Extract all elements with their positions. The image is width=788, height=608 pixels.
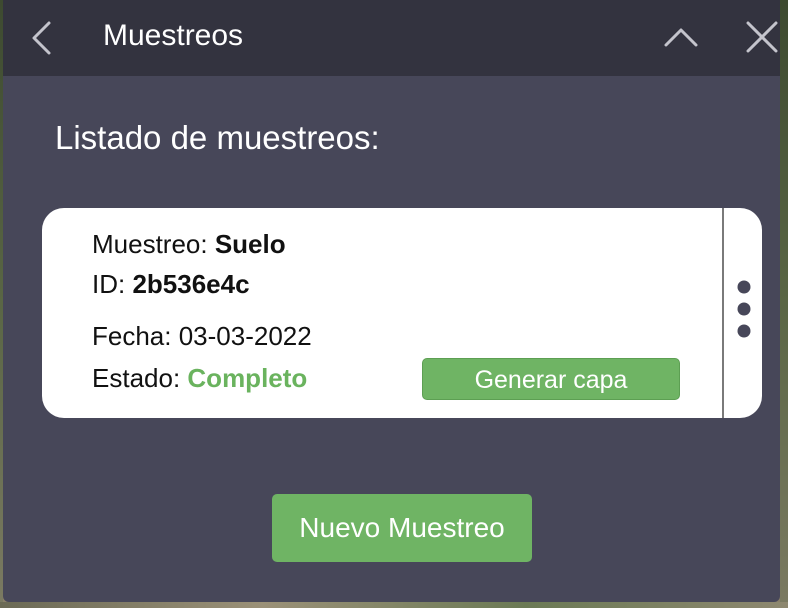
card-divider bbox=[722, 208, 724, 418]
sample-id-row: ID: 2b536e4c bbox=[92, 267, 250, 301]
close-icon[interactable] bbox=[745, 20, 779, 54]
sample-status-value: Completo bbox=[187, 363, 308, 393]
sample-id-label: ID: bbox=[92, 269, 133, 299]
sample-type-row: Muestreo: Suelo bbox=[92, 227, 286, 261]
sample-status-label: Estado: bbox=[92, 363, 188, 393]
list-heading: Listado de muestreos: bbox=[55, 119, 380, 156]
sample-card: Muestreo: Suelo ID: 2b536e4c Fecha: 03-0… bbox=[42, 208, 762, 418]
chevron-up-icon[interactable] bbox=[663, 22, 699, 52]
map-background-bottom bbox=[0, 602, 788, 608]
sample-id-value: 2b536e4c bbox=[132, 269, 250, 299]
generate-layer-button[interactable]: Generar capa bbox=[422, 358, 680, 400]
sampling-panel: Muestreos Listado de muestreos: Muestreo… bbox=[3, 0, 780, 602]
sample-date-row: Fecha: 03-03-2022 bbox=[92, 319, 312, 353]
new-sample-button[interactable]: Nuevo Muestreo bbox=[272, 494, 532, 562]
sample-type-value: Suelo bbox=[214, 229, 286, 259]
sample-type-label: Muestreo: bbox=[92, 229, 215, 259]
sample-date-value: 03-03-2022 bbox=[178, 321, 312, 351]
more-vertical-icon[interactable] bbox=[732, 278, 756, 340]
sample-status-row: Estado: Completo bbox=[92, 361, 307, 395]
panel-header: Muestreos bbox=[3, 0, 780, 76]
chevron-left-icon[interactable] bbox=[29, 20, 55, 56]
map-background-right bbox=[780, 0, 788, 608]
panel-title: Muestreos bbox=[103, 19, 244, 52]
sample-date-label: Fecha: bbox=[92, 321, 179, 351]
